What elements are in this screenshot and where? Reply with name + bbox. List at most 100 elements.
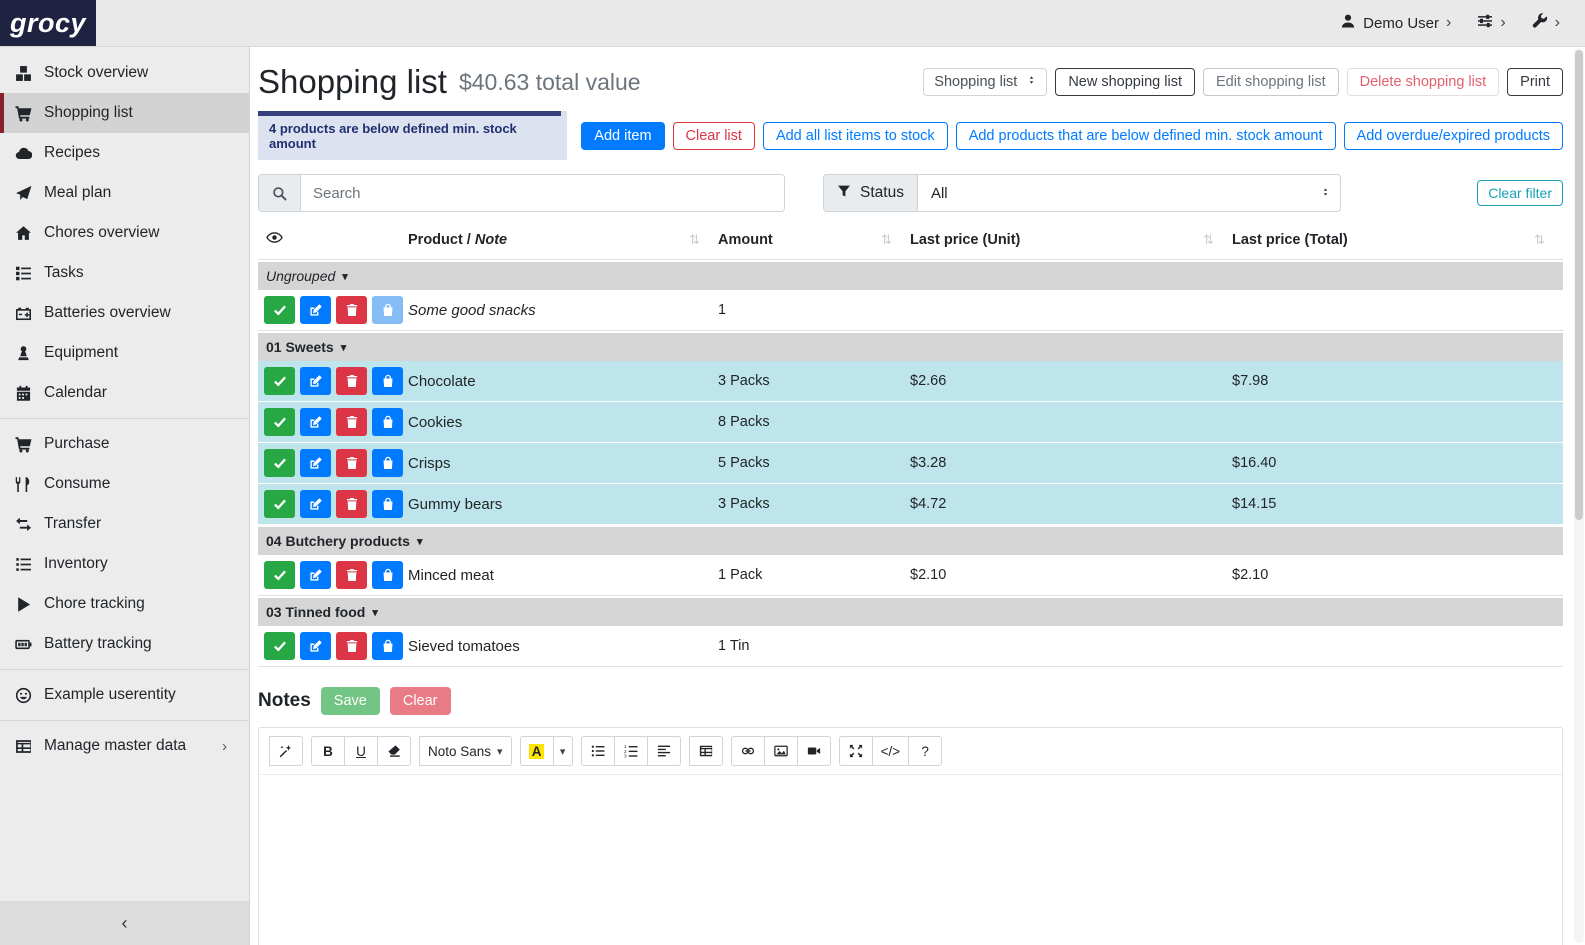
- delete-item-button[interactable]: [336, 296, 367, 324]
- add-to-stock-button[interactable]: [372, 408, 403, 436]
- underline-button[interactable]: U: [344, 736, 378, 766]
- color-caret-button[interactable]: ▾: [553, 736, 573, 766]
- sidebar-item-battery-tracking[interactable]: Battery tracking: [0, 624, 249, 664]
- magic-button[interactable]: [269, 736, 303, 766]
- settings-menu[interactable]: ›: [1466, 13, 1516, 33]
- mark-done-button[interactable]: [264, 449, 295, 477]
- link-button[interactable]: [731, 736, 765, 766]
- app-logo[interactable]: grocy: [0, 0, 96, 46]
- sidebar-item-label: Batteries overview: [44, 304, 171, 322]
- help-button[interactable]: ?: [908, 736, 942, 766]
- sidebar-item-consume[interactable]: Consume: [0, 464, 249, 504]
- notes-save-button[interactable]: Save: [321, 687, 380, 715]
- mark-done-button[interactable]: [264, 561, 295, 589]
- table-row-cookies: Cookies8 Packs: [258, 402, 1563, 443]
- check-icon: [273, 374, 287, 388]
- editor-content[interactable]: [259, 775, 1562, 945]
- add-overdue-button[interactable]: Add overdue/expired products: [1344, 122, 1563, 150]
- add-all-to-stock-button[interactable]: Add all list items to stock: [763, 122, 948, 150]
- sidebar-item-tasks[interactable]: Tasks: [0, 253, 249, 293]
- ol-button[interactable]: 123: [614, 736, 648, 766]
- edit-item-button[interactable]: [300, 367, 331, 395]
- group-row-ungrouped[interactable]: Ungrouped▾: [258, 262, 1563, 290]
- mark-done-button[interactable]: [264, 367, 295, 395]
- mark-done-button[interactable]: [264, 490, 295, 518]
- sidebar-item-transfer[interactable]: Transfer: [0, 504, 249, 544]
- sidebar-item-inventory[interactable]: Inventory: [0, 544, 249, 584]
- sidebar-item-equipment[interactable]: Equipment: [0, 333, 249, 373]
- edit-item-button[interactable]: [300, 408, 331, 436]
- sidebar-item-manage-master-data[interactable]: Manage master data›: [0, 726, 249, 766]
- edit-item-button[interactable]: [300, 296, 331, 324]
- group-row-01-sweets[interactable]: 01 Sweets▾: [258, 333, 1563, 361]
- mark-done-button[interactable]: [264, 632, 295, 660]
- admin-menu[interactable]: ›: [1521, 13, 1571, 33]
- add-to-stock-button[interactable]: [372, 632, 403, 660]
- edit-item-button[interactable]: [300, 449, 331, 477]
- sidebar-item-calendar[interactable]: Calendar: [0, 373, 249, 413]
- toolbar-group: [731, 736, 831, 766]
- new-shopping-list-button[interactable]: New shopping list: [1055, 68, 1195, 96]
- clear-filter-button[interactable]: Clear filter: [1477, 180, 1563, 206]
- search-input[interactable]: [301, 175, 784, 211]
- delete-item-button[interactable]: [336, 449, 367, 477]
- bold-button[interactable]: B: [311, 736, 345, 766]
- codeview-button[interactable]: </>: [872, 736, 910, 766]
- color-button[interactable]: A: [520, 736, 554, 766]
- sidebar-item-shopping-list[interactable]: Shopping list: [0, 93, 249, 133]
- column-header-product[interactable]: Product / Note ⇅: [408, 232, 718, 248]
- sidebar-item-batteries-overview[interactable]: Batteries overview: [0, 293, 249, 333]
- user-menu[interactable]: Demo User ›: [1329, 13, 1462, 33]
- shopping-list-select[interactable]: Shopping list: [923, 68, 1047, 96]
- fontname-button[interactable]: Noto Sans▾: [419, 736, 512, 766]
- eraser-button[interactable]: [377, 736, 411, 766]
- delete-item-button[interactable]: [336, 632, 367, 660]
- group-row-04-butchery-products[interactable]: 04 Butchery products▾: [258, 527, 1563, 555]
- visibility-column-header[interactable]: [258, 229, 408, 250]
- add-to-stock-button[interactable]: [372, 367, 403, 395]
- sidebar-item-chores-overview[interactable]: Chores overview: [0, 213, 249, 253]
- delete-item-button[interactable]: [336, 408, 367, 436]
- sidebar-item-label: Example userentity: [44, 686, 176, 704]
- delete-item-button[interactable]: [336, 561, 367, 589]
- sidebar-divider: [0, 720, 249, 721]
- fullscreen-button[interactable]: [839, 736, 873, 766]
- sidebar-item-meal-plan[interactable]: Meal plan: [0, 173, 249, 213]
- sidebar-item-chore-tracking[interactable]: Chore tracking: [0, 584, 249, 624]
- status-select[interactable]: All: [918, 175, 1340, 211]
- paragraph-button[interactable]: [647, 736, 681, 766]
- clear-list-button[interactable]: Clear list: [673, 122, 755, 150]
- sidebar-item-recipes[interactable]: Recipes: [0, 133, 249, 173]
- sidebar-item-stock-overview[interactable]: Stock overview: [0, 53, 249, 93]
- edit-item-button[interactable]: [300, 561, 331, 589]
- add-to-stock-button[interactable]: [372, 296, 403, 324]
- add-to-stock-button[interactable]: [372, 449, 403, 477]
- scrollbar-thumb[interactable]: [1575, 50, 1583, 520]
- picture-button[interactable]: [764, 736, 798, 766]
- print-button[interactable]: Print: [1507, 68, 1563, 96]
- column-header-amount[interactable]: Amount ⇅: [718, 232, 910, 248]
- edit-item-button[interactable]: [300, 490, 331, 518]
- edit-item-button[interactable]: [300, 632, 331, 660]
- add-below-min-stock-button[interactable]: Add products that are below defined min.…: [956, 122, 1336, 150]
- video-button[interactable]: [797, 736, 831, 766]
- column-header-last-price-unit[interactable]: Last price (Unit) ⇅: [910, 232, 1232, 248]
- edit-shopping-list-button[interactable]: Edit shopping list: [1203, 68, 1339, 96]
- sidebar-item-purchase[interactable]: Purchase: [0, 424, 249, 464]
- column-header-last-price-total[interactable]: Last price (Total) ⇅: [1232, 232, 1563, 248]
- notes-clear-button[interactable]: Clear: [390, 687, 451, 715]
- delete-shopping-list-button[interactable]: Delete shopping list: [1347, 68, 1500, 96]
- mark-done-button[interactable]: [264, 296, 295, 324]
- ul-icon: [591, 744, 605, 758]
- sidebar-item-example-userentity[interactable]: Example userentity: [0, 675, 249, 715]
- add-to-stock-button[interactable]: [372, 561, 403, 589]
- delete-item-button[interactable]: [336, 367, 367, 395]
- table-button[interactable]: [689, 736, 723, 766]
- mark-done-button[interactable]: [264, 408, 295, 436]
- delete-item-button[interactable]: [336, 490, 367, 518]
- sidebar-collapse-button[interactable]: ‹: [0, 901, 249, 945]
- add-to-stock-button[interactable]: [372, 490, 403, 518]
- group-row-03-tinned-food[interactable]: 03 Tinned food▾: [258, 598, 1563, 626]
- ul-button[interactable]: [581, 736, 615, 766]
- add-item-button[interactable]: Add item: [581, 122, 664, 150]
